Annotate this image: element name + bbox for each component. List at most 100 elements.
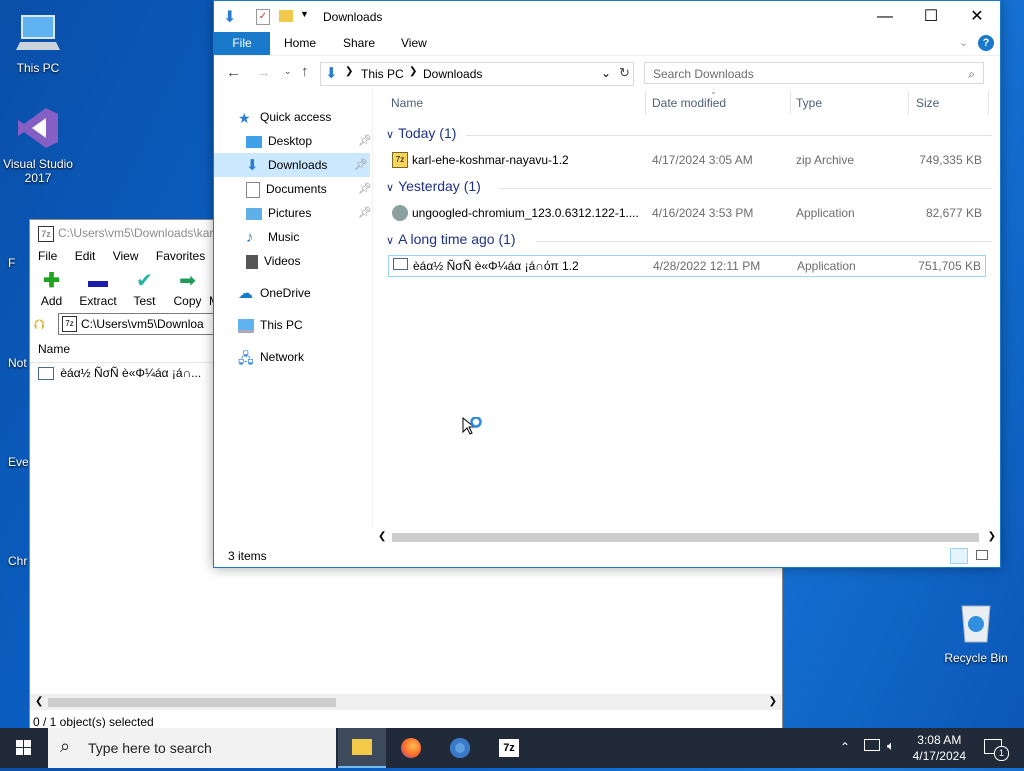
7zip-menu-file[interactable]: File (38, 249, 57, 263)
pin-icon[interactable]: 📌︎ (358, 177, 372, 201)
show-hidden-icons-icon[interactable]: ⌃ (840, 740, 850, 754)
explorer-window[interactable]: ⬇ ✓ ▼ Downloads — ☐ ✕ File Home Share Vi… (213, 0, 1001, 568)
file-row-selected[interactable]: èáα½ ÑσÑ è«Φ¼áα ¡á∩όπ 1.2 4/28/2022 12:1… (388, 255, 986, 277)
7zip-copy-button[interactable]: ➡ Copy (166, 266, 209, 312)
column-header-type[interactable]: Type (796, 96, 822, 110)
7zip-horizontal-scrollbar[interactable]: ❮ ❯ (30, 694, 782, 710)
explorer-titlebar[interactable]: ⬇ ✓ ▼ Downloads — ☐ ✕ (214, 1, 1000, 32)
ribbon-expand-icon[interactable]: ⌄ (959, 36, 968, 49)
search-input[interactable]: Search Downloads ⌕ (644, 62, 984, 84)
recent-dropdown-icon[interactable]: ⌄ (284, 66, 292, 77)
volume-muted-icon[interactable]: 🔈︎ (887, 738, 895, 754)
chevron-down-icon: ∨ (386, 182, 395, 194)
back-arrow-icon[interactable]: ← (226, 64, 241, 81)
file-row[interactable]: ungoogled-chromium_123.0.6312.122-1.... … (388, 202, 986, 224)
breadcrumb-downloads[interactable]: Downloads (423, 67, 482, 81)
minus-icon: ▬ (88, 270, 108, 292)
address-bar[interactable]: ⬇ ❯ This PC ❯ Downloads ⌄ ↻ (320, 62, 634, 86)
taskbar-file-explorer[interactable] (338, 728, 386, 768)
breadcrumb-this-pc[interactable]: This PC (361, 67, 404, 81)
desktop-icon-partial-eve[interactable]: Eve (8, 455, 29, 469)
taskbar-clock[interactable]: 3:08 AM 4/17/2024 (913, 732, 966, 764)
pin-icon[interactable]: 📌︎ (358, 201, 372, 225)
large-icons-view-icon[interactable] (976, 550, 988, 560)
folder-icon (352, 739, 372, 755)
desktop-icon-visual-studio[interactable]: Visual Studio 2017 (0, 106, 76, 185)
7zip-path-input[interactable]: 7z C:\Users\vm5\Downloa (58, 313, 222, 335)
nav-desktop[interactable]: Desktop 📌︎ (246, 129, 372, 153)
tab-share[interactable]: Share (343, 32, 375, 55)
scroll-right-icon[interactable]: ❯ (769, 694, 777, 710)
scrollbar-thumb[interactable] (392, 533, 979, 542)
explorer-horizontal-scrollbar[interactable]: ❮ ❯ (374, 529, 1000, 545)
column-header-name[interactable]: Name (391, 96, 423, 110)
breadcrumb-separator: ❯ (345, 66, 354, 77)
maximize-button[interactable]: ☐ (908, 1, 954, 32)
minimize-button[interactable]: — (862, 1, 908, 32)
nav-quick-access[interactable]: ★ Quick access (238, 105, 331, 129)
column-separator[interactable] (790, 91, 791, 115)
details-view-icon[interactable] (950, 548, 968, 564)
address-dropdown-icon[interactable]: ⌄ (601, 66, 611, 80)
7zip-menu-view[interactable]: View (113, 249, 139, 263)
group-header-long-ago[interactable]: ∨ A long time ago (1) (386, 231, 516, 247)
pane-divider[interactable] (372, 89, 373, 527)
file-row[interactable]: 7z karl-ehe-koshmar-nayavu-1.2 4/17/2024… (388, 149, 986, 171)
download-arrow-icon: ⬇ (246, 156, 259, 174)
column-header-date[interactable]: Date modified (652, 96, 726, 110)
pin-icon[interactable]: 📌︎ (354, 153, 368, 177)
7zip-extract-button[interactable]: ▬ Extract (73, 266, 123, 312)
qat-dropdown-icon[interactable]: ▼ (300, 9, 309, 19)
network-icon[interactable] (864, 739, 880, 751)
taskbar-firefox[interactable] (387, 728, 435, 768)
nav-onedrive[interactable]: ☁ OneDrive (238, 281, 311, 305)
nav-music[interactable]: ♪ Music (246, 225, 299, 249)
refresh-icon[interactable]: ↻ (619, 65, 630, 81)
desktop-icon-label: This PC (16, 61, 60, 75)
properties-icon[interactable]: ✓ (256, 9, 270, 25)
busy-cursor-icon (462, 416, 482, 437)
column-separator[interactable] (908, 91, 909, 115)
column-separator[interactable] (645, 91, 646, 115)
group-header-today[interactable]: ∨ Today (1) (386, 125, 456, 141)
nav-pictures[interactable]: Pictures 📌︎ (246, 201, 372, 225)
7zip-menu-favorites[interactable]: Favorites (156, 249, 205, 263)
download-arrow-icon[interactable]: ⬇ (223, 7, 236, 27)
group-header-yesterday[interactable]: ∨ Yesterday (1) (386, 178, 481, 194)
desktop-icon-this-pc[interactable]: This PC (0, 10, 76, 75)
up-arrow-icon[interactable]: ↑ (301, 63, 309, 80)
desktop-icon-partial-chrome[interactable]: Chr (8, 554, 27, 568)
new-folder-icon[interactable] (279, 10, 293, 22)
scroll-right-icon[interactable]: ❯ (988, 529, 996, 545)
desktop-icon-recycle-bin[interactable]: Recycle Bin (936, 600, 1016, 665)
pin-icon[interactable]: 📌︎ (358, 129, 372, 153)
column-separator[interactable] (988, 91, 989, 115)
tab-view[interactable]: View (401, 32, 427, 55)
help-icon[interactable]: ? (978, 35, 994, 51)
taskbar-search-box[interactable]: ⌕ Type here to search (48, 728, 336, 768)
nav-videos[interactable]: Videos (246, 249, 300, 273)
7zip-test-button[interactable]: ✔ Test (123, 266, 166, 312)
navigation-pane: ★ Quick access Desktop 📌︎ ⬇ Downloads 📌︎ D… (214, 99, 372, 545)
desktop-icon (246, 135, 262, 148)
close-button[interactable]: ✕ (954, 1, 1000, 32)
tab-home[interactable]: Home (284, 32, 316, 55)
scroll-left-icon[interactable]: ❮ (378, 529, 386, 545)
tab-file[interactable]: File (214, 32, 270, 55)
desktop-icon-partial-notepad[interactable]: Not (8, 356, 27, 370)
forward-arrow-icon[interactable]: → (256, 64, 271, 81)
taskbar-7zip[interactable]: 7z (485, 728, 533, 768)
folder-up-icon[interactable]: ⮉ (34, 316, 54, 333)
nav-documents[interactable]: Documents 📌︎ (246, 177, 372, 201)
scroll-left-icon[interactable]: ❮ (35, 694, 43, 710)
nav-network[interactable]: 🖧︎ Network (238, 345, 304, 369)
scrollbar-thumb[interactable] (48, 698, 336, 707)
nav-this-pc[interactable]: This PC (238, 313, 303, 337)
windows-start-icon[interactable] (0, 728, 48, 768)
nav-downloads[interactable]: ⬇ Downloads 📌︎ (214, 153, 370, 177)
7zip-menu-edit[interactable]: Edit (75, 249, 96, 263)
desktop-icon-partial-f[interactable]: F (8, 256, 15, 270)
taskbar-chromium[interactable] (436, 728, 484, 768)
column-header-size[interactable]: Size (916, 96, 939, 110)
7zip-add-button[interactable]: ✚ Add (30, 266, 73, 312)
